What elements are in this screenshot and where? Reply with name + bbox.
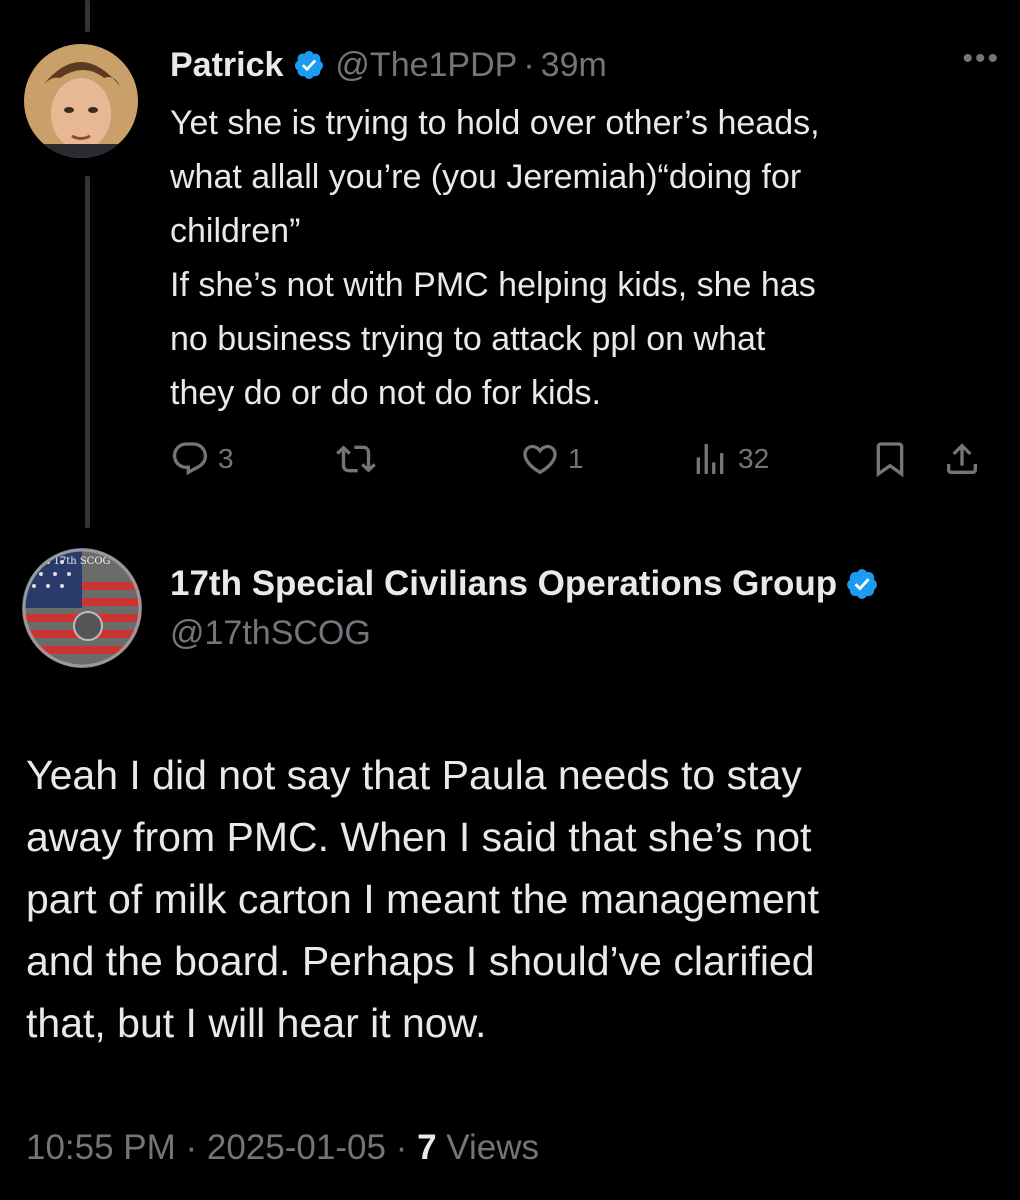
tweet-header: Patrick @The1PDP · 39m ••• [170,40,1000,90]
reply-header: 17th Special Civilians Operations Group … [170,560,1000,658]
avatar-patrick[interactable] [24,44,138,158]
avatar-17thscog[interactable]: 17th SCOG [22,548,142,668]
retweet-button[interactable] [336,436,376,482]
heart-icon [520,439,560,479]
thread-line-top [85,0,90,32]
tweet-time[interactable]: 39m [541,46,607,85]
bookmark-button[interactable] [870,436,910,482]
share-button[interactable] [942,436,982,482]
share-icon [942,439,982,479]
author-handle[interactable]: @The1PDP [335,46,517,85]
like-count: 1 [568,443,584,474]
views-count: 32 [738,443,770,474]
reply-icon [170,439,210,479]
like-button[interactable]: 1 [520,436,584,482]
reply-author-handle[interactable]: @17thSCOG [170,608,1000,658]
more-options-icon[interactable]: ••• [962,42,1000,76]
retweet-icon [336,439,376,479]
separator-dot: · [523,45,535,84]
reply-author-name[interactable]: 17th Special Civilians Operations Group [170,564,837,604]
reply-author-row: 17th Special Civilians Operations Group [170,560,1000,608]
reply-button[interactable]: 3 [170,436,234,482]
tweet-meta: 10:55 PM · 2025-01-05 · 7 Views [26,1128,539,1168]
tweet-text: Yet she is trying to hold over other’s h… [170,104,820,412]
views-label: Views [436,1128,539,1167]
avatar-text: 17th SCOG [53,556,110,567]
verified-badge-icon [845,567,879,601]
tweet-timestamp[interactable]: 10:55 PM · 2025-01-05 · [26,1128,417,1167]
reply-text: Yeah I did not say that Paula needs to s… [26,752,820,1046]
thread-line [85,176,90,528]
verified-badge-icon [293,49,325,81]
reply-count: 3 [218,443,234,474]
views-count-bold: 7 [417,1128,437,1167]
author-name[interactable]: Patrick [170,46,283,85]
bookmark-icon [870,439,910,479]
tweet-actions: 3 1 32 [170,436,1000,486]
views-button[interactable]: 32 [690,436,769,482]
views-icon [690,439,730,479]
